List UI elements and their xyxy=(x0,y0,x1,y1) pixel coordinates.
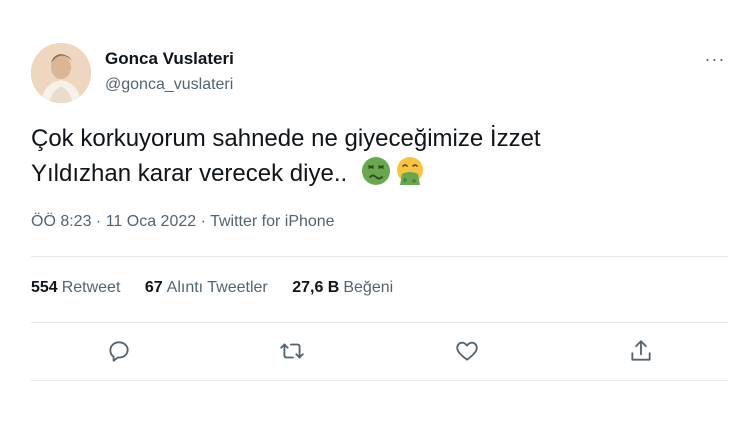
author-handle[interactable]: @gonca_vuslateri xyxy=(105,76,233,94)
avatar[interactable] xyxy=(31,43,91,103)
likes-count: 27,6 B xyxy=(292,279,340,296)
quotes-label: Alıntı Tweetler xyxy=(166,279,268,296)
meta-separator: · xyxy=(196,213,211,230)
author-display-name[interactable]: Gonca Vuslateri xyxy=(105,49,234,69)
likes-stat[interactable]: 27,6 B Beğeni xyxy=(292,279,393,297)
reply-icon[interactable] xyxy=(106,338,132,364)
nauseated-face-icon xyxy=(361,156,391,186)
tweet-card: Gonca Vuslateri @gonca_vuslateri ··· Çok… xyxy=(0,0,750,421)
avatar-image xyxy=(31,43,91,103)
more-options-icon[interactable]: ··· xyxy=(703,47,727,71)
retweet-icon[interactable] xyxy=(279,338,305,364)
meta-separator: · xyxy=(91,213,106,230)
tweet-text-line-2: Yıldızhan karar verecek diye.. xyxy=(31,160,348,187)
divider xyxy=(31,322,728,323)
tweet-source[interactable]: Twitter for iPhone xyxy=(210,213,335,230)
share-icon[interactable] xyxy=(628,338,654,364)
retweets-label: Retweet xyxy=(61,279,121,296)
tweet-date[interactable]: 11 Oca 2022 xyxy=(106,213,196,230)
tweet-text-line-1: Çok korkuyorum sahnede ne giyeceğimize İ… xyxy=(31,125,541,152)
divider xyxy=(31,256,728,257)
face-vomiting-icon xyxy=(395,156,425,186)
retweets-stat[interactable]: 554 Retweet xyxy=(31,279,120,297)
tweet-time[interactable]: ÖÖ 8:23 xyxy=(31,213,91,230)
engagement-stats: 554 Retweet 67 Alıntı Tweetler 27,6 B Beğen… xyxy=(31,279,413,297)
quotes-stat[interactable]: 67 Alıntı Tweetler xyxy=(145,279,268,297)
likes-label: Beğeni xyxy=(343,279,394,296)
tweet-metadata: ÖÖ 8:23 · 11 Oca 2022 · Twitter for iPho… xyxy=(31,213,335,231)
divider xyxy=(31,380,728,381)
quotes-count: 67 xyxy=(144,279,163,296)
tweet-text: Çok korkuyorum sahnede ne giyeceğimize İ… xyxy=(31,122,721,191)
retweets-count: 554 xyxy=(31,279,58,296)
like-icon[interactable] xyxy=(454,338,480,364)
